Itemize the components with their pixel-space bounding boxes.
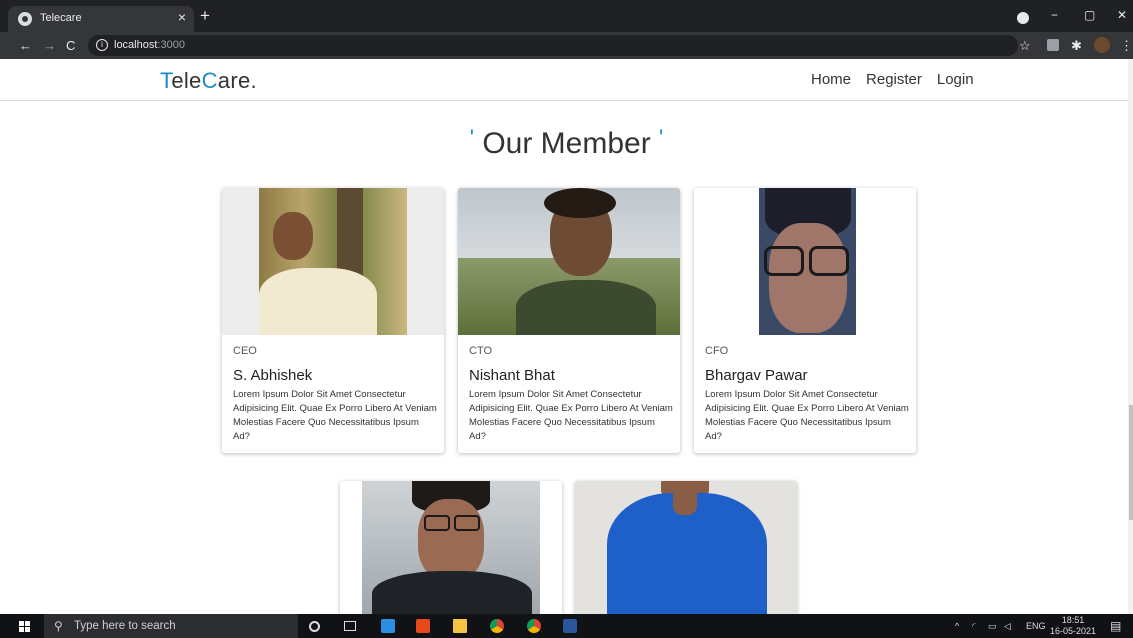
search-icon: ⚲ — [54, 619, 63, 633]
close-window-button[interactable]: ✕ — [1117, 8, 1127, 22]
windows-taskbar: ⚲ Type here to search ^ ◜ ▭ ◁ ENG 18:51 … — [0, 614, 1133, 638]
member-photo — [458, 188, 680, 335]
account-avatar[interactable] — [1094, 37, 1110, 53]
windows-start-icon[interactable] — [19, 621, 30, 632]
member-name: Bhargav Pawar — [705, 367, 808, 384]
task-view-icon[interactable] — [344, 621, 356, 631]
nav-register[interactable]: Register — [866, 71, 922, 88]
member-photo — [222, 188, 444, 335]
browser-tab[interactable]: Telecare × — [8, 6, 194, 32]
language-indicator[interactable]: ENG — [1026, 621, 1046, 631]
chrome-profile-icon[interactable] — [527, 619, 541, 633]
menu-kebab-icon[interactable]: ⋮ — [1120, 38, 1133, 54]
member-card — [340, 481, 562, 621]
reload-icon[interactable]: C — [66, 38, 75, 53]
tray-chevron-icon[interactable]: ^ — [955, 621, 959, 631]
file-explorer-icon[interactable] — [453, 619, 467, 633]
word-icon[interactable] — [563, 619, 577, 633]
member-role: CEO — [233, 345, 257, 357]
member-description: Lorem Ipsum Dolor Sit Amet Consectetur A… — [233, 389, 437, 442]
search-placeholder: Type here to search — [74, 620, 176, 632]
tab-title: Telecare — [40, 12, 82, 24]
member-role: CFO — [705, 345, 729, 357]
member-name: Nishant Bhat — [469, 367, 555, 384]
network-icon[interactable]: ◜ — [972, 621, 976, 632]
taskbar-search-box[interactable]: ⚲ Type here to search — [44, 614, 298, 638]
member-card: CEO S. Abhishek Lorem Ipsum Dolor Sit Am… — [222, 188, 444, 453]
url-text: localhost:3000 — [114, 39, 185, 51]
member-description: Lorem Ipsum Dolor Sit Amet Consectetur A… — [469, 389, 673, 442]
forward-arrow-icon[interactable]: → — [43, 38, 56, 53]
member-photo — [694, 188, 916, 335]
scrollbar-thumb[interactable] — [1129, 405, 1133, 520]
chrome-icon[interactable] — [490, 619, 504, 633]
minimize-button[interactable]: − — [1051, 8, 1058, 22]
clock-date: 16-05-2021 — [1050, 626, 1097, 636]
office-icon[interactable] — [416, 619, 430, 633]
site-navbar: TeleCare. Home Register Login — [0, 59, 1128, 101]
volume-icon[interactable]: ◁ — [1004, 621, 1011, 632]
back-arrow-icon[interactable]: ← — [19, 38, 32, 53]
browser-toolbar: ← → C i localhost:3000 ☆ ✱ ⋮ — [0, 32, 1133, 59]
globe-icon — [18, 12, 32, 26]
maximize-button[interactable]: ▢ — [1084, 8, 1095, 22]
member-name: S. Abhishek — [233, 367, 313, 384]
member-photo — [340, 481, 562, 621]
site-logo[interactable]: TeleCare. — [160, 68, 257, 94]
new-tab-button[interactable]: + — [200, 7, 210, 24]
tab-close-button[interactable]: × — [178, 9, 186, 25]
bookmark-star-icon[interactable]: ☆ — [1019, 38, 1031, 54]
profile-icon[interactable] — [1017, 12, 1029, 24]
address-bar[interactable]: i localhost:3000 — [88, 35, 1018, 56]
vscode-icon[interactable] — [381, 619, 395, 633]
puzzle-extensions-icon[interactable]: ✱ — [1071, 38, 1082, 54]
member-card: CFO Bhargav Pawar Lorem Ipsum Dolor Sit … — [694, 188, 916, 453]
member-description: Lorem Ipsum Dolor Sit Amet Consectetur A… — [705, 389, 909, 442]
battery-icon[interactable]: ▭ — [988, 621, 997, 632]
nav-links: Home Register Login — [811, 71, 974, 88]
notification-icon[interactable]: ▤ — [1110, 619, 1121, 633]
info-icon[interactable]: i — [96, 39, 108, 51]
extension-icon[interactable] — [1047, 39, 1059, 51]
cortana-icon[interactable] — [309, 621, 320, 632]
nav-home[interactable]: Home — [811, 71, 851, 88]
member-card: CTO Nishant Bhat Lorem Ipsum Dolor Sit A… — [458, 188, 680, 453]
taskbar-clock[interactable]: 18:51 16-05-2021 — [1050, 615, 1096, 637]
member-role: CTO — [469, 345, 493, 357]
clock-time: 18:51 — [1061, 615, 1085, 625]
member-photo — [575, 481, 797, 621]
section-title: ' Our Member ' — [469, 125, 664, 160]
nav-login[interactable]: Login — [937, 71, 974, 88]
member-card — [575, 481, 797, 621]
browser-tab-bar: Telecare × + − ▢ ✕ — [0, 0, 1133, 32]
